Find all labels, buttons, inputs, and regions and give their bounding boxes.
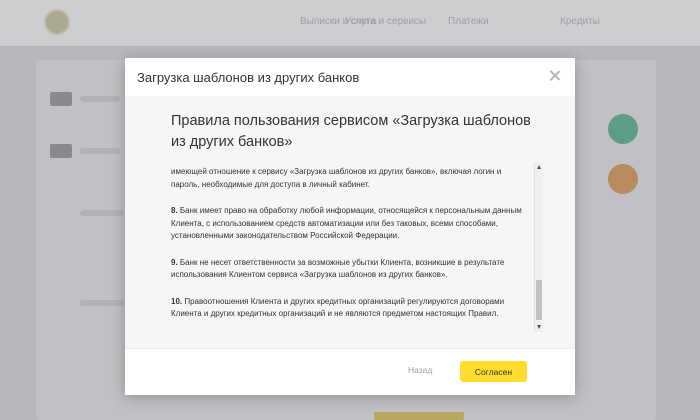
scroll-down-arrow-icon[interactable] — [537, 325, 541, 329]
rules-paragraph: 9. Банк не несет ответственности за возм… — [171, 257, 531, 282]
scrollbar-thumb[interactable] — [536, 280, 542, 320]
rules-title: Правила пользования сервисом «Загрузка ш… — [171, 113, 531, 150]
modal-footer: Назад Согласен — [125, 348, 575, 395]
modal-title: Загрузка шаблонов из других банков — [137, 70, 360, 85]
agree-button[interactable]: Согласен — [460, 361, 527, 382]
paragraph-number: 8. — [171, 206, 178, 215]
paragraph-text: имеющей отношение к сервису «Загрузка ша… — [171, 167, 502, 189]
paragraph-number: 10. — [171, 296, 183, 306]
paragraph-text: Банк не несет ответственности за возможн… — [171, 257, 505, 280]
rules-paragraph: 8. Банк имеет право на обработку любой и… — [171, 205, 531, 243]
scroll-up-arrow-icon[interactable] — [537, 165, 541, 169]
modal-content: Правила пользования сервисом «Загрузка ш… — [125, 96, 575, 348]
paragraph-number: 9. — [171, 257, 178, 267]
close-icon[interactable] — [547, 68, 563, 84]
rules-paragraph: 10. Правоотношения Клиента и других кред… — [171, 296, 531, 321]
paragraph-text: Банк имеет право на обработку любой инфо… — [171, 206, 522, 240]
rules-paragraph: имеющей отношение к сервису «Загрузка ша… — [171, 166, 531, 191]
rules-scrollbar[interactable] — [534, 162, 543, 332]
paragraph-text: Правоотношения Клиента и других кредитны… — [171, 296, 505, 319]
modal-header: Загрузка шаблонов из других банков — [125, 58, 575, 96]
back-button[interactable]: Назад — [408, 365, 432, 375]
rules-text: имеющей отношение к сервису «Загрузка ша… — [171, 166, 531, 335]
templates-modal: Загрузка шаблонов из других банков Прави… — [125, 58, 575, 395]
rules-scroll-area[interactable]: имеющей отношение к сервису «Загрузка ша… — [171, 166, 545, 336]
